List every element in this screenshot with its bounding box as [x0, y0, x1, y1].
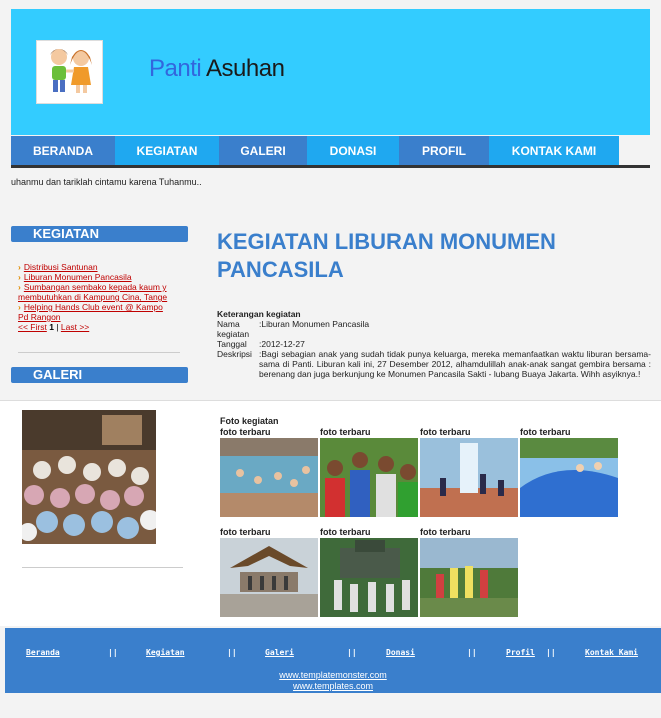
footer-separator: || — [467, 648, 477, 657]
detail-heading: Keterangan kegiatan — [217, 309, 301, 319]
footer-link-donasi[interactable]: Donasi — [386, 648, 415, 657]
site-title-part2: Asuhan — [206, 55, 285, 82]
gallery-divider — [22, 567, 183, 568]
list-item: membutuhkan di Kampung Cina, Tange — [18, 292, 180, 302]
tanggal-label: Tanggal — [217, 339, 247, 349]
site-header: Panti Asuhan — [11, 9, 650, 135]
sidebar-heading-galeri: GALERI — [11, 367, 188, 383]
main-nav: BERANDA KEGIATAN GALERI DONASI PROFIL KO… — [11, 136, 650, 168]
list-item: Pd Rangon — [18, 312, 180, 322]
footer-separator: || — [347, 648, 357, 657]
sidebar-link-sumbangan-cont[interactable]: membutuhkan di Kampung Cina, Tange — [18, 292, 167, 302]
site-logo[interactable] — [36, 40, 103, 104]
kegiatan-label: kegiatan — [217, 329, 250, 339]
tanggal-value: :2012-12-27 — [259, 339, 305, 349]
gallery-thumb-monument[interactable] — [220, 538, 318, 617]
sidebar-gallery-photo[interactable] — [19, 410, 160, 544]
sidebar-kegiatan-list: › Distribusi Santunan › Liburan Monumen Pa… — [18, 262, 180, 332]
activity-detail: Keterangan kegiatan Nama :Liburan Monume… — [217, 309, 651, 379]
gallery-thumb-fountain[interactable] — [420, 438, 518, 517]
sidebar-link-sumbangan[interactable]: Sumbangan sembako kepada kaum y — [24, 282, 167, 292]
footer-link-kegiatan[interactable]: Kegiatan — [146, 648, 185, 657]
deskripsi-label: Deskripsi — [217, 349, 252, 359]
marquee-text: uhanmu dan tariklah cintamu karena Tuhan… — [11, 177, 202, 187]
sidebar-divider — [18, 352, 180, 353]
thumb-caption: foto terbaru — [320, 427, 371, 437]
site-footer: Beranda || Kegiatan || Galeri || Donasi … — [5, 628, 661, 693]
list-item: › Liburan Monumen Pancasila — [18, 272, 132, 282]
sidebar-link-helping-hands[interactable]: Helping Hands Club event @ Kampo — [24, 302, 163, 312]
nav-tab-beranda[interactable]: BERANDA — [11, 136, 115, 165]
gallery-thumb-group[interactable] — [420, 538, 518, 617]
gallery-thumb-slide[interactable] — [520, 438, 618, 517]
nama-label: Nama — [217, 319, 240, 329]
thumb-caption: foto terbaru — [520, 427, 571, 437]
thumb-caption: foto terbaru — [420, 427, 471, 437]
pagination: << First 1 | Last >> — [18, 322, 180, 332]
list-item: › Helping Hands Club event @ Kampo — [18, 302, 163, 312]
site-title: Panti Asuhan — [149, 55, 285, 83]
thumb-caption: foto terbaru — [220, 527, 271, 537]
nav-tab-profil[interactable]: PROFIL — [399, 136, 489, 165]
footer-link-beranda[interactable]: Beranda — [26, 648, 60, 657]
sidebar-link-liburan-monumen[interactable]: Liburan Monumen Pancasila — [24, 272, 132, 282]
pager-separator: | — [56, 322, 59, 332]
pager-current-page: 1 — [49, 322, 54, 332]
thumb-caption: foto terbaru — [220, 427, 271, 437]
nav-tab-galeri[interactable]: GALERI — [219, 136, 307, 165]
deskripsi-value: :Bagi sebagian anak yang sudah tidak pun… — [259, 349, 651, 379]
nav-tab-kontak-kami[interactable]: KONTAK KAMI — [489, 136, 619, 165]
nama-value: :Liburan Monumen Pancasila — [259, 319, 370, 329]
footer-link-galeri[interactable]: Galeri — [265, 648, 294, 657]
gallery-thumb-kids[interactable] — [320, 438, 418, 517]
pager-first-link[interactable]: << First — [18, 322, 47, 332]
sidebar-link-distribusi-santunan[interactable]: Distribusi Santunan — [24, 262, 98, 272]
site-title-part1: Panti — [149, 55, 202, 82]
thumb-caption: foto terbaru — [420, 527, 471, 537]
gallery-thumb-tank[interactable] — [320, 538, 418, 617]
footer-separator: || — [546, 648, 556, 657]
footer-credit-templates[interactable]: www.templates.com — [5, 681, 661, 691]
nav-underline — [11, 165, 650, 168]
gallery-thumb-pool[interactable] — [220, 438, 318, 517]
foto-kegiatan-label: Foto kegiatan — [220, 416, 279, 426]
footer-separator: || — [108, 648, 118, 657]
footer-credit-templatemonster[interactable]: www.templatemonster.com — [5, 670, 661, 680]
footer-separator: || — [227, 648, 237, 657]
footer-link-profil[interactable]: Profil — [506, 648, 535, 657]
list-item: › Distribusi Santunan — [18, 262, 98, 272]
nav-tab-donasi[interactable]: DONASI — [307, 136, 399, 165]
list-item: › Sumbangan sembako kepada kaum y — [18, 282, 167, 292]
thumb-caption: foto terbaru — [320, 527, 371, 537]
nav-tab-kegiatan[interactable]: KEGIATAN — [115, 136, 219, 165]
pager-last-link[interactable]: Last >> — [61, 322, 89, 332]
page-title: KEGIATAN LIBURAN MONUMEN PANCASILA — [217, 229, 556, 282]
footer-link-kontak-kami[interactable]: Kontak Kami — [585, 648, 638, 657]
sidebar-link-helping-hands-cont[interactable]: Pd Rangon — [18, 312, 61, 322]
detail-table: Nama :Liburan Monumen Pancasila kegiatan… — [217, 319, 651, 379]
sidebar-heading-kegiatan: KEGIATAN — [11, 226, 188, 242]
